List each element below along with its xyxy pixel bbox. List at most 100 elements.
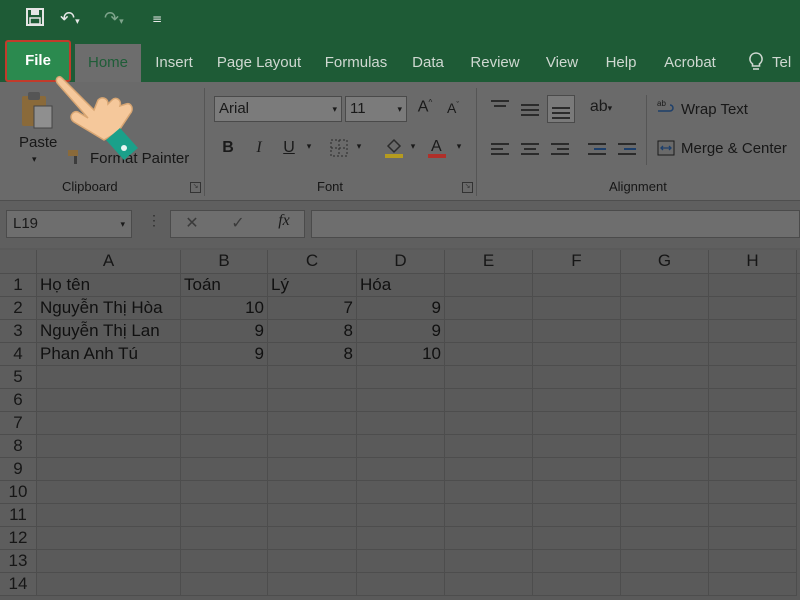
cell-a3[interactable]: Nguyễn Thị Lan	[37, 320, 181, 343]
empty-cell[interactable]	[621, 366, 709, 389]
empty-cell[interactable]	[621, 297, 709, 320]
empty-cell[interactable]	[621, 274, 709, 297]
bold-button[interactable]: B	[219, 139, 237, 157]
empty-cell[interactable]	[357, 573, 445, 596]
empty-cell[interactable]	[37, 412, 181, 435]
tab-view[interactable]: View	[538, 44, 586, 82]
empty-cell[interactable]	[445, 458, 533, 481]
empty-cell[interactable]	[181, 435, 268, 458]
empty-cell[interactable]	[268, 389, 357, 412]
row-header[interactable]: 14	[0, 573, 37, 596]
empty-cell[interactable]	[37, 458, 181, 481]
paste-icon[interactable]	[20, 90, 54, 135]
empty-cell[interactable]	[181, 389, 268, 412]
decrease-indent-icon[interactable]	[588, 140, 606, 158]
clipboard-launcher-icon[interactable]: ↘	[190, 182, 201, 193]
empty-cell[interactable]	[709, 458, 797, 481]
empty-cell[interactable]	[445, 343, 533, 366]
empty-cell[interactable]	[37, 550, 181, 573]
row-header[interactable]: 7	[0, 412, 37, 435]
empty-cell[interactable]	[533, 435, 621, 458]
empty-cell[interactable]	[357, 435, 445, 458]
font-name-select[interactable]: Arial ▾	[214, 96, 342, 122]
empty-cell[interactable]	[709, 504, 797, 527]
empty-cell[interactable]	[621, 343, 709, 366]
empty-cell[interactable]	[445, 527, 533, 550]
empty-cell[interactable]	[709, 343, 797, 366]
tab-help[interactable]: Help	[598, 44, 644, 82]
empty-cell[interactable]	[445, 481, 533, 504]
column-header[interactable]: E	[445, 250, 533, 274]
row-header[interactable]: 5	[0, 366, 37, 389]
insert-function-button[interactable]: fx	[272, 212, 296, 230]
empty-cell[interactable]	[709, 320, 797, 343]
empty-cell[interactable]	[621, 527, 709, 550]
cell-c2[interactable]: 7	[268, 297, 357, 320]
empty-cell[interactable]	[621, 550, 709, 573]
cell-c1[interactable]: Lý	[268, 274, 357, 297]
align-right-icon[interactable]	[551, 140, 569, 158]
tab-insert[interactable]: Insert	[148, 44, 200, 82]
empty-cell[interactable]	[533, 458, 621, 481]
italic-button[interactable]: I	[250, 139, 268, 157]
empty-cell[interactable]	[533, 573, 621, 596]
align-center-icon[interactable]	[521, 140, 539, 158]
column-header[interactable]: C	[268, 250, 357, 274]
empty-cell[interactable]	[533, 527, 621, 550]
merge-center-icon[interactable]	[657, 139, 675, 162]
empty-cell[interactable]	[445, 320, 533, 343]
empty-cell[interactable]	[268, 366, 357, 389]
tell-me-label[interactable]: Tel	[772, 44, 800, 82]
empty-cell[interactable]	[445, 412, 533, 435]
font-color-dropdown-icon[interactable]: ▾	[454, 141, 464, 152]
empty-cell[interactable]	[445, 504, 533, 527]
empty-cell[interactable]	[357, 366, 445, 389]
wrap-text-label[interactable]: Wrap Text	[681, 101, 748, 118]
row-header[interactable]: 12	[0, 527, 37, 550]
empty-cell[interactable]	[621, 412, 709, 435]
empty-cell[interactable]	[533, 481, 621, 504]
align-left-icon[interactable]	[491, 140, 509, 158]
paste-dropdown-icon[interactable]: ▾	[32, 154, 37, 165]
empty-cell[interactable]	[621, 573, 709, 596]
column-header[interactable]: H	[709, 250, 797, 274]
tab-formulas[interactable]: Formulas	[318, 44, 394, 82]
empty-cell[interactable]	[621, 320, 709, 343]
empty-cell[interactable]	[181, 458, 268, 481]
font-color-icon[interactable]: A	[427, 136, 447, 163]
row-header[interactable]: 6	[0, 389, 37, 412]
empty-cell[interactable]	[445, 274, 533, 297]
align-middle-icon[interactable]	[521, 101, 539, 119]
cell-b4[interactable]: 9	[181, 343, 268, 366]
redo-icon[interactable]: ↷▾	[104, 8, 124, 29]
row-header[interactable]: 2	[0, 297, 37, 320]
empty-cell[interactable]	[709, 297, 797, 320]
cancel-entry-icon[interactable]: ✕	[182, 213, 202, 233]
empty-cell[interactable]	[621, 389, 709, 412]
borders-dropdown-icon[interactable]: ▾	[354, 141, 364, 152]
empty-cell[interactable]	[357, 458, 445, 481]
empty-cell[interactable]	[533, 389, 621, 412]
align-top-icon[interactable]	[491, 97, 509, 110]
row-header[interactable]: 13	[0, 550, 37, 573]
empty-cell[interactable]	[533, 550, 621, 573]
row-header[interactable]: 8	[0, 435, 37, 458]
increase-indent-icon[interactable]	[618, 140, 636, 158]
underline-dropdown-icon[interactable]: ▾	[304, 141, 314, 152]
tab-acrobat[interactable]: Acrobat	[656, 44, 724, 82]
column-header[interactable]: D	[357, 250, 445, 274]
cell-a1[interactable]: Họ tên	[37, 274, 181, 297]
row-header[interactable]: 10	[0, 481, 37, 504]
empty-cell[interactable]	[445, 435, 533, 458]
lightbulb-icon[interactable]	[748, 52, 764, 77]
empty-cell[interactable]	[181, 412, 268, 435]
cell-c4[interactable]: 8	[268, 343, 357, 366]
column-header[interactable]: G	[621, 250, 709, 274]
cell-d1[interactable]: Hóa	[357, 274, 445, 297]
empty-cell[interactable]	[37, 389, 181, 412]
name-box[interactable]: L19 ▾	[6, 210, 132, 238]
empty-cell[interactable]	[181, 481, 268, 504]
column-header[interactable]: A	[37, 250, 181, 274]
cell-a4[interactable]: Phan Anh Tú	[37, 343, 181, 366]
empty-cell[interactable]	[37, 366, 181, 389]
